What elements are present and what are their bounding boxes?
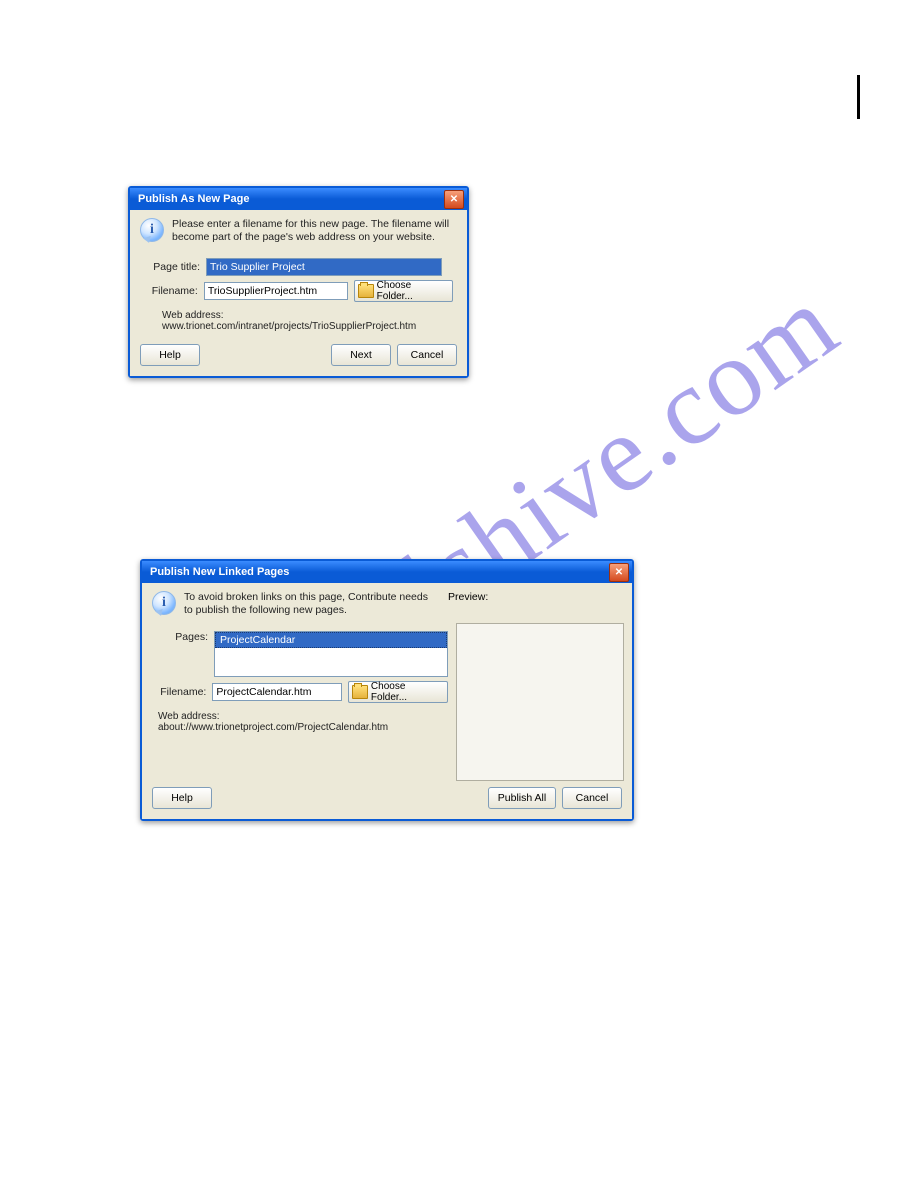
help-button[interactable]: Help xyxy=(140,344,200,366)
dialog-title: Publish New Linked Pages xyxy=(150,566,289,578)
publish-new-page-dialog: Publish As New Page ✕ i Please enter a f… xyxy=(128,186,469,378)
list-item[interactable]: ProjectCalendar xyxy=(215,632,447,648)
folder-icon xyxy=(352,685,368,699)
next-label: Next xyxy=(350,349,372,361)
choose-folder-label: Choose Folder... xyxy=(377,280,447,302)
titlebar[interactable]: Publish As New Page ✕ xyxy=(130,188,467,210)
titlebar[interactable]: Publish New Linked Pages ✕ xyxy=(142,561,632,583)
dialog-body: i To avoid broken links on this page, Co… xyxy=(142,583,632,819)
close-button[interactable]: ✕ xyxy=(444,190,464,209)
close-icon: ✕ xyxy=(450,194,458,205)
page-title-label: Page title: xyxy=(144,261,200,273)
preview-label: Preview: xyxy=(448,591,622,603)
filename-input[interactable] xyxy=(212,683,342,701)
dialog-title: Publish As New Page xyxy=(138,193,249,205)
cancel-button[interactable]: Cancel xyxy=(397,344,457,366)
dialog-body: i Please enter a filename for this new p… xyxy=(130,210,467,376)
info-icon: i xyxy=(152,591,178,617)
help-label: Help xyxy=(159,349,181,361)
help-label: Help xyxy=(171,792,193,804)
preview-area xyxy=(456,623,624,781)
pages-listbox[interactable]: ProjectCalendar xyxy=(214,631,448,677)
cancel-button[interactable]: Cancel xyxy=(562,787,622,809)
close-icon: ✕ xyxy=(615,567,623,578)
page-mark xyxy=(857,75,860,119)
close-button[interactable]: ✕ xyxy=(609,563,629,582)
help-button[interactable]: Help xyxy=(152,787,212,809)
choose-folder-button[interactable]: Choose Folder... xyxy=(354,280,453,302)
choose-folder-button[interactable]: Choose Folder... xyxy=(348,681,448,703)
folder-icon xyxy=(358,284,373,298)
choose-folder-label: Choose Folder... xyxy=(371,681,442,703)
cancel-label: Cancel xyxy=(411,349,444,361)
web-address: Web address: about://www.trionetproject.… xyxy=(152,707,448,737)
info-icon: i xyxy=(140,218,166,244)
filename-label: Filename: xyxy=(152,686,206,698)
page-title-input[interactable] xyxy=(206,258,442,276)
next-button[interactable]: Next xyxy=(331,344,391,366)
filename-label: Filename: xyxy=(144,285,198,297)
filename-input[interactable] xyxy=(204,282,348,300)
dialog-message: To avoid broken links on this page, Cont… xyxy=(184,591,436,617)
publish-all-button[interactable]: Publish All xyxy=(488,787,556,809)
cancel-label: Cancel xyxy=(576,792,609,804)
publish-all-label: Publish All xyxy=(498,792,546,804)
publish-linked-pages-dialog: Publish New Linked Pages ✕ i To avoid br… xyxy=(140,559,634,821)
pages-label: Pages: xyxy=(152,631,208,643)
web-address: Web address: www.trionet.com/intranet/pr… xyxy=(144,306,453,336)
dialog-message: Please enter a filename for this new pag… xyxy=(172,218,457,244)
